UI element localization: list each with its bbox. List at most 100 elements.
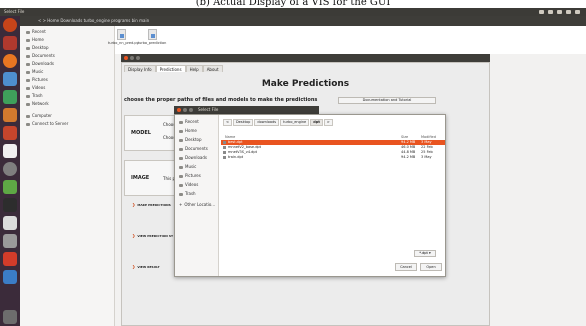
files-sidebar-item[interactable]: Desktop: [26, 45, 49, 51]
tab-help[interactable]: Help: [185, 65, 203, 72]
files-sidebar-item[interactable]: Computer: [26, 113, 52, 119]
files-sidebar-item[interactable]: Music: [26, 69, 43, 75]
dialog-sidebar-item[interactable]: + Other Locatio...: [179, 202, 215, 208]
file-item[interactable]: turbo_prediction: [137, 29, 167, 45]
cancel-button[interactable]: Cancel: [395, 263, 417, 271]
python-icon[interactable]: [3, 270, 17, 284]
file-chooser-dialog: Recent Home Desktop Documents Downloads …: [174, 114, 446, 277]
documentation-button[interactable]: Documentation and Tutorial: [338, 97, 436, 104]
tab-predictions[interactable]: Predictions: [155, 65, 186, 72]
path-forward-button[interactable]: >: [323, 119, 333, 126]
text-editor-icon[interactable]: [3, 216, 17, 230]
close-icon[interactable]: [177, 108, 181, 112]
maximize-icon[interactable]: [136, 56, 140, 60]
files-sidebar-item[interactable]: Home: [26, 37, 44, 43]
dialog-sidebar-item[interactable]: Pictures: [179, 173, 201, 179]
documents-icon: [179, 147, 183, 151]
app-icon[interactable]: [3, 180, 17, 194]
app-icon-2[interactable]: [3, 234, 17, 248]
firefox-icon[interactable]: [3, 54, 17, 68]
dialog-sidebar-item[interactable]: Documents: [179, 146, 208, 152]
file-row[interactable]: train.dpt 94.2 MB 3 May: [221, 155, 445, 160]
make-predictions-button[interactable]: ❯ MAKE PREDICTIONS: [132, 202, 171, 207]
maximize-icon[interactable]: [189, 108, 193, 112]
recent-icon: [26, 30, 30, 34]
downloads-icon: [179, 156, 183, 160]
image-label: IMAGE: [131, 175, 150, 181]
dialog-sidebar-item[interactable]: Trash: [179, 191, 196, 197]
desktop-icon: [179, 138, 183, 142]
path-bar: < Desktop downloads turbo_engine dpt >: [223, 119, 333, 126]
dialog-sidebar: Recent Home Desktop Documents Downloads …: [175, 115, 219, 276]
files-app-icon[interactable]: [3, 36, 17, 50]
power-icon[interactable]: [575, 10, 580, 14]
videos-icon: [26, 86, 30, 90]
path-segment[interactable]: downloads: [254, 119, 280, 126]
documents-icon: [26, 54, 30, 58]
breadcrumb[interactable]: < > Home Downloads turbo_engine programs…: [38, 16, 149, 26]
path-segment[interactable]: turbo_engine: [280, 119, 310, 126]
keyboard-icon[interactable]: [548, 10, 553, 14]
libreoffice-impress-icon[interactable]: [3, 108, 17, 122]
path-segment[interactable]: Desktop: [232, 119, 254, 126]
minimize-icon[interactable]: [183, 108, 187, 112]
dialog-sidebar-item[interactable]: Home: [179, 128, 197, 134]
dialog-sidebar-item[interactable]: Videos: [179, 182, 198, 188]
clock-icon[interactable]: [566, 10, 571, 14]
dash-icon[interactable]: [3, 18, 17, 32]
file-name: train.dpt: [228, 155, 244, 159]
file-icon: [223, 151, 226, 154]
view-result-button[interactable]: ❯ VIEW RESULT: [132, 264, 160, 269]
libreoffice-calc-icon[interactable]: [3, 90, 17, 104]
amazon-icon[interactable]: [3, 144, 17, 158]
files-sidebar-item[interactable]: Documents: [26, 53, 55, 59]
network-icon[interactable]: [539, 10, 544, 14]
path-segment-current[interactable]: dpt: [310, 119, 323, 126]
tab-display-info[interactable]: Display Info: [124, 65, 156, 72]
dialog-titlebar[interactable]: Select File: [174, 106, 319, 114]
files-sidebar-item[interactable]: Trash: [26, 93, 43, 99]
file-modified: 3 May: [421, 155, 432, 159]
dialog-sidebar-item[interactable]: Recent: [179, 119, 199, 125]
file-filter-select[interactable]: *.dpt ▾: [414, 250, 436, 257]
file-list: best.dpt 94.2 MB 3 May mnnetV2_base.dpt …: [221, 140, 445, 160]
pictures-icon: [179, 174, 183, 178]
launcher: [0, 16, 20, 326]
app-icon-3[interactable]: [3, 252, 17, 266]
tab-about[interactable]: About: [202, 65, 223, 72]
dialog-sidebar-item[interactable]: Downloads: [179, 155, 207, 161]
arrow-icon: ❯: [132, 264, 136, 269]
files-sidebar-item[interactable]: Downloads: [26, 61, 54, 67]
computer-icon: [26, 114, 30, 118]
pictures-icon: [26, 78, 30, 82]
python-file-icon: [147, 29, 157, 40]
file-icon: [223, 156, 226, 159]
close-icon[interactable]: [124, 56, 128, 60]
terminal-icon[interactable]: [3, 198, 17, 212]
trash-icon[interactable]: [3, 310, 17, 324]
folder-view: turbo_nn_pred.py turbo_prediction: [108, 26, 586, 54]
settings-icon[interactable]: [3, 162, 17, 176]
file-item[interactable]: turbo_nn_pred.py: [108, 29, 139, 45]
files-sidebar-item[interactable]: Pictures: [26, 77, 48, 83]
model-label: MODEL: [131, 130, 151, 136]
files-sidebar-item[interactable]: Connect to Server: [26, 121, 68, 127]
dialog-sidebar-item[interactable]: Desktop: [179, 137, 202, 143]
files-sidebar-item[interactable]: Videos: [26, 85, 45, 91]
chevron-down-icon: ▾: [429, 251, 431, 255]
open-button[interactable]: Open: [420, 263, 442, 271]
recent-icon: [179, 120, 183, 124]
dialog-sidebar-item[interactable]: Music: [179, 164, 196, 170]
minimize-icon[interactable]: [130, 56, 134, 60]
volume-icon[interactable]: [557, 10, 562, 14]
trash-icon: [179, 192, 183, 196]
view-prediction-status-button[interactable]: ❯ VIEW PREDICTION ST: [132, 233, 173, 238]
app-titlebar[interactable]: [121, 54, 490, 62]
files-sidebar-item[interactable]: Recent: [26, 29, 46, 35]
home-icon: [179, 129, 183, 133]
software-center-icon[interactable]: [3, 126, 17, 140]
server-icon: [26, 122, 30, 126]
files-sidebar-item[interactable]: Network: [26, 101, 49, 107]
path-back-button[interactable]: <: [223, 119, 232, 126]
libreoffice-writer-icon[interactable]: [3, 72, 17, 86]
